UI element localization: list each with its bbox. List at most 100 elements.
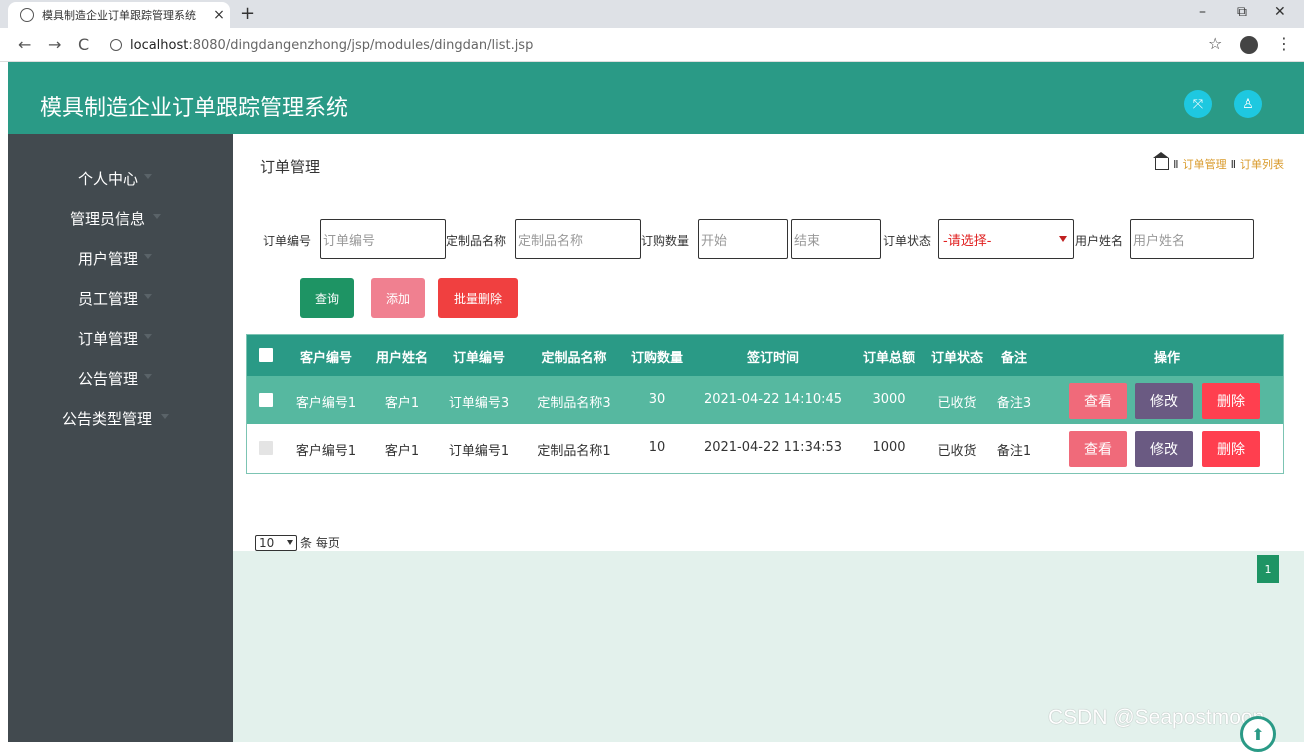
select-all-checkbox[interactable] <box>259 348 273 362</box>
cell-qty: 30 <box>648 392 666 407</box>
app-title: 模具制造企业订单跟踪管理系统 <box>40 96 349 121</box>
restore-icon[interactable]: ⧉ <box>1237 4 1247 20</box>
scroll-to-top-icon[interactable]: ⬆ <box>1240 716 1276 752</box>
user-input[interactable]: 用户姓名 <box>1130 219 1254 259</box>
sidebar-item-label: 管理员信息 <box>70 210 146 228</box>
table-row[interactable]: 客户编号1 客户1 订单编号3 定制品名称3 30 2021-04-22 14:… <box>247 376 1283 424</box>
sidebar-item-admins[interactable]: 管理员信息 <box>8 202 233 232</box>
cell-user-name: 客户1 <box>384 396 420 411</box>
bookmark-star-icon[interactable]: ☆ <box>1208 34 1222 53</box>
col-product[interactable]: 定制品名称 <box>541 347 606 366</box>
chevron-down-icon <box>153 214 161 219</box>
col-customer-no[interactable]: 客户编号 <box>300 347 352 366</box>
breadcrumb-link[interactable]: 订单管理 <box>1183 156 1227 172</box>
kebab-menu-icon[interactable]: ⋮ <box>1276 34 1292 53</box>
cell-status: 已收货 <box>937 444 977 459</box>
qty-start-input[interactable]: 开始 <box>698 219 788 259</box>
cell-status: 已收货 <box>937 396 977 411</box>
row-checkbox[interactable] <box>259 441 273 455</box>
chevron-down-icon <box>287 540 293 545</box>
status-label: 订单状态 <box>883 234 932 248</box>
row-checkbox[interactable] <box>259 393 273 407</box>
edit-button[interactable]: 修改 <box>1135 431 1193 467</box>
new-tab-icon[interactable]: + <box>240 3 255 24</box>
col-qty[interactable]: 订购数量 <box>631 347 683 366</box>
col-note[interactable]: 备注 <box>1001 347 1027 366</box>
url-field[interactable]: localhost:8080/dingdangenzhong/jsp/modul… <box>104 33 1194 57</box>
chevron-down-icon <box>1059 236 1067 242</box>
table-header: 客户编号 用户姓名 订单编号 定制品名称 订购数量 签订时间 订单总额 订单状态… <box>247 335 1283 376</box>
cell-product: 定制品名称3 <box>537 396 611 411</box>
status-select[interactable]: -请选择- <box>938 219 1074 259</box>
page-size-select[interactable]: 10 <box>255 534 297 551</box>
address-bar: ← → C localhost:8080/dingdangenzhong/jsp… <box>0 28 1304 62</box>
chevron-down-icon <box>144 174 152 179</box>
tab-close-icon[interactable]: × <box>208 7 230 23</box>
site-icon <box>20 8 34 22</box>
watermark: CSDN @Seapostmoon <box>1048 706 1265 729</box>
cell-signed-at: 2021-04-22 11:34:53 <box>703 440 843 455</box>
cell-customer-no: 客户编号1 <box>295 444 357 459</box>
forward-icon[interactable]: → <box>48 35 61 54</box>
batch-delete-button[interactable]: 批量删除 <box>438 278 518 318</box>
delete-button[interactable]: 删除 <box>1202 383 1260 419</box>
edit-button[interactable]: 修改 <box>1135 383 1193 419</box>
window-close-icon[interactable]: ✕ <box>1274 4 1286 20</box>
col-actions: 操作 <box>1153 351 1181 366</box>
sidebar-item-label: 用户管理 <box>78 250 139 268</box>
qty-end-input[interactable]: 结束 <box>791 219 881 259</box>
cell-note: 备注1 <box>996 444 1032 459</box>
url-path: :8080/dingdangenzhong/jsp/modules/dingda… <box>188 37 534 53</box>
fullscreen-icon[interactable]: ⤧ <box>1184 90 1212 118</box>
search-button[interactable]: 查询 <box>300 278 354 318</box>
browser-tab[interactable]: 模具制造企业订单跟踪管理系统 × <box>8 2 230 28</box>
order-no-input[interactable]: 订单编号 <box>320 219 446 259</box>
tab-title: 模具制造企业订单跟踪管理系统 <box>42 9 196 22</box>
col-order-no[interactable]: 订单编号 <box>453 347 505 366</box>
breadcrumb-separator: Ⅱ <box>1230 157 1236 171</box>
product-input[interactable]: 定制品名称 <box>515 219 641 259</box>
sidebar-item-staff[interactable]: 员工管理 <box>8 282 233 312</box>
sidebar-item-users[interactable]: 用户管理 <box>8 242 233 272</box>
delete-button[interactable]: 删除 <box>1202 431 1260 467</box>
add-button[interactable]: 添加 <box>371 278 425 318</box>
status-select-value: -请选择- <box>943 233 992 249</box>
user-label: 用户姓名 <box>1075 234 1124 248</box>
cell-order-no: 订单编号1 <box>448 444 510 459</box>
page-button-1[interactable]: 1 <box>1257 555 1279 583</box>
minimize-icon[interactable]: – <box>1199 4 1206 20</box>
breadcrumb-separator: Ⅱ <box>1173 157 1179 171</box>
sidebar-item-label: 个人中心 <box>78 170 139 188</box>
view-button[interactable]: 查看 <box>1069 431 1127 467</box>
home-icon[interactable] <box>1153 152 1170 170</box>
sidebar-item-orders[interactable]: 订单管理 <box>8 322 233 352</box>
view-button[interactable]: 查看 <box>1069 383 1127 419</box>
chevron-down-icon <box>161 414 169 419</box>
col-user-name[interactable]: 用户姓名 <box>376 347 428 366</box>
url-host: localhost <box>130 37 189 53</box>
col-total[interactable]: 订单总额 <box>863 347 915 366</box>
app-header: 模具制造企业订单跟踪管理系统 ⤧ ♙ <box>8 62 1304 134</box>
sidebar-item-label: 公告管理 <box>78 370 139 388</box>
cell-customer-no: 客户编号1 <box>295 396 357 411</box>
sidebar-item-profile[interactable]: 个人中心 <box>8 162 233 192</box>
chevron-down-icon <box>144 374 152 379</box>
cell-total: 3000 <box>872 392 906 407</box>
reload-icon[interactable]: C <box>78 35 89 54</box>
info-icon[interactable] <box>110 39 122 51</box>
orders-table: 客户编号 用户姓名 订单编号 定制品名称 订购数量 签订时间 订单总额 订单状态… <box>246 334 1284 474</box>
per-page-label: 条 每页 <box>300 536 340 550</box>
sidebar-item-notice-types[interactable]: 公告类型管理 <box>8 402 233 432</box>
cell-order-no: 订单编号3 <box>448 396 510 411</box>
back-icon[interactable]: ← <box>18 35 31 54</box>
table-row[interactable]: 客户编号1 客户1 订单编号1 定制品名称1 10 2021-04-22 11:… <box>247 424 1283 472</box>
col-signed-at[interactable]: 签订时间 <box>747 347 799 366</box>
cell-signed-at: 2021-04-22 14:10:45 <box>703 392 843 407</box>
user-icon[interactable]: ♙ <box>1234 90 1262 118</box>
col-status[interactable]: 订单状态 <box>931 347 983 366</box>
sidebar-item-label: 公告类型管理 <box>62 410 153 428</box>
page-size-value: 10 <box>259 535 275 550</box>
sidebar-item-notices[interactable]: 公告管理 <box>8 362 233 392</box>
cell-note: 备注3 <box>996 396 1032 411</box>
profile-icon[interactable] <box>1240 36 1258 54</box>
